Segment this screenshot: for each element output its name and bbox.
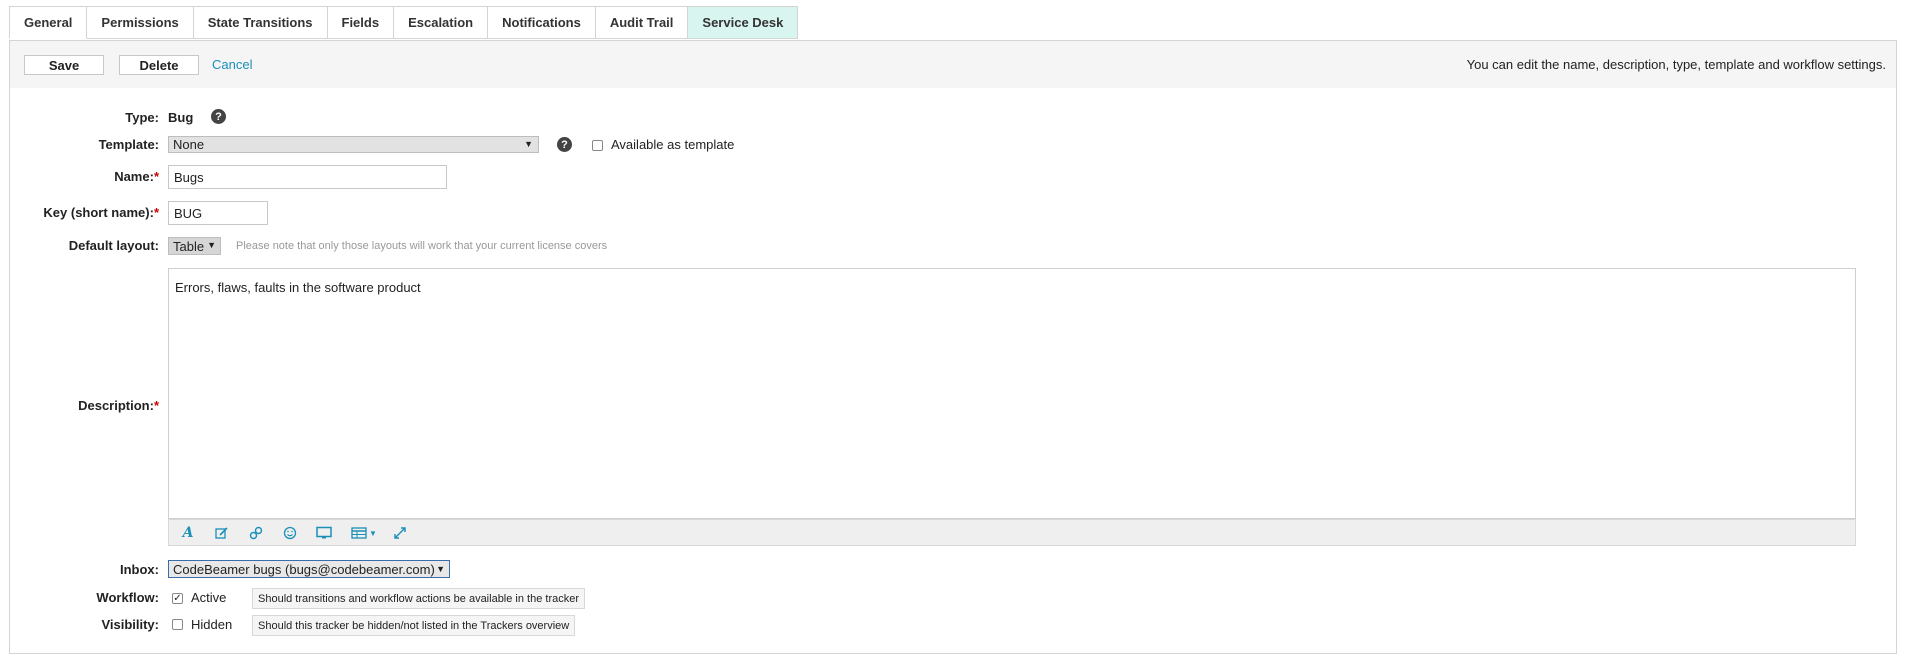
- key-label: Key (short name):*: [43, 205, 159, 220]
- monitor-icon[interactable]: [315, 524, 333, 542]
- tab-fields[interactable]: Fields: [327, 6, 395, 39]
- tab-state-transitions[interactable]: State Transitions: [193, 6, 328, 39]
- tab-notifications[interactable]: Notifications: [488, 6, 596, 39]
- tab-audit-trail[interactable]: Audit Trail: [595, 6, 689, 39]
- visibility-label: Visibility:: [101, 617, 159, 632]
- cancel-link[interactable]: Cancel: [212, 57, 252, 72]
- template-select[interactable]: None ▼: [168, 136, 539, 153]
- tab-bar: General Permissions State Transitions Fi…: [9, 6, 799, 40]
- type-label: Type:: [125, 110, 159, 125]
- tab-service-desk[interactable]: Service Desk: [688, 6, 799, 39]
- link-icon[interactable]: [247, 524, 265, 542]
- edit-icon[interactable]: [213, 524, 231, 542]
- emoji-icon[interactable]: [281, 524, 299, 542]
- delete-button[interactable]: Delete: [119, 55, 199, 75]
- description-label: Description:*: [78, 398, 159, 413]
- available-as-template-label: Available as template: [611, 137, 735, 152]
- default-layout-label: Default layout:: [68, 238, 159, 253]
- description-editor[interactable]: Errors, flaws, faults in the software pr…: [168, 268, 1856, 519]
- table-icon[interactable]: ▼: [349, 524, 379, 542]
- default-layout-select[interactable]: Table ▼: [168, 237, 221, 255]
- name-input[interactable]: Bugs: [168, 165, 447, 189]
- edit-hint: You can edit the name, description, type…: [1466, 57, 1886, 72]
- general-panel: Save Delete Cancel You can edit the name…: [9, 40, 1897, 654]
- workflow-active-checkbox[interactable]: ✓: [172, 593, 183, 604]
- visibility-note: Should this tracker be hidden/not listed…: [252, 615, 576, 636]
- workflow-active-label: Active: [191, 590, 227, 605]
- workflow-note: Should transitions and workflow actions …: [252, 588, 586, 609]
- editor-toolbar: A ▼: [168, 519, 1856, 546]
- visibility-hidden-checkbox[interactable]: [172, 619, 183, 630]
- type-help-icon[interactable]: ?: [211, 109, 226, 124]
- name-label: Name:*: [114, 169, 159, 184]
- action-bar: Save Delete Cancel You can edit the name…: [10, 41, 1896, 88]
- tab-general[interactable]: General: [9, 6, 88, 39]
- key-input[interactable]: BUG: [168, 201, 268, 225]
- template-label: Template:: [98, 137, 159, 152]
- save-button[interactable]: Save: [24, 55, 104, 75]
- default-layout-note: Please note that only those layouts will…: [236, 240, 608, 252]
- tab-escalation[interactable]: Escalation: [394, 6, 489, 39]
- fullscreen-icon[interactable]: [391, 524, 409, 542]
- text-format-icon[interactable]: A: [179, 524, 197, 542]
- inbox-label: Inbox:: [120, 562, 159, 577]
- description-text: Errors, flaws, faults in the software pr…: [175, 280, 421, 295]
- visibility-hidden-label: Hidden: [191, 617, 233, 632]
- template-help-icon[interactable]: ?: [557, 137, 572, 152]
- available-as-template-checkbox[interactable]: [592, 140, 603, 151]
- inbox-select[interactable]: CodeBeamer bugs (bugs@codebeamer.com) ▼: [168, 560, 450, 578]
- type-value: Bug: [168, 110, 194, 125]
- tab-permissions[interactable]: Permissions: [87, 6, 194, 39]
- workflow-label: Workflow:: [96, 590, 159, 605]
